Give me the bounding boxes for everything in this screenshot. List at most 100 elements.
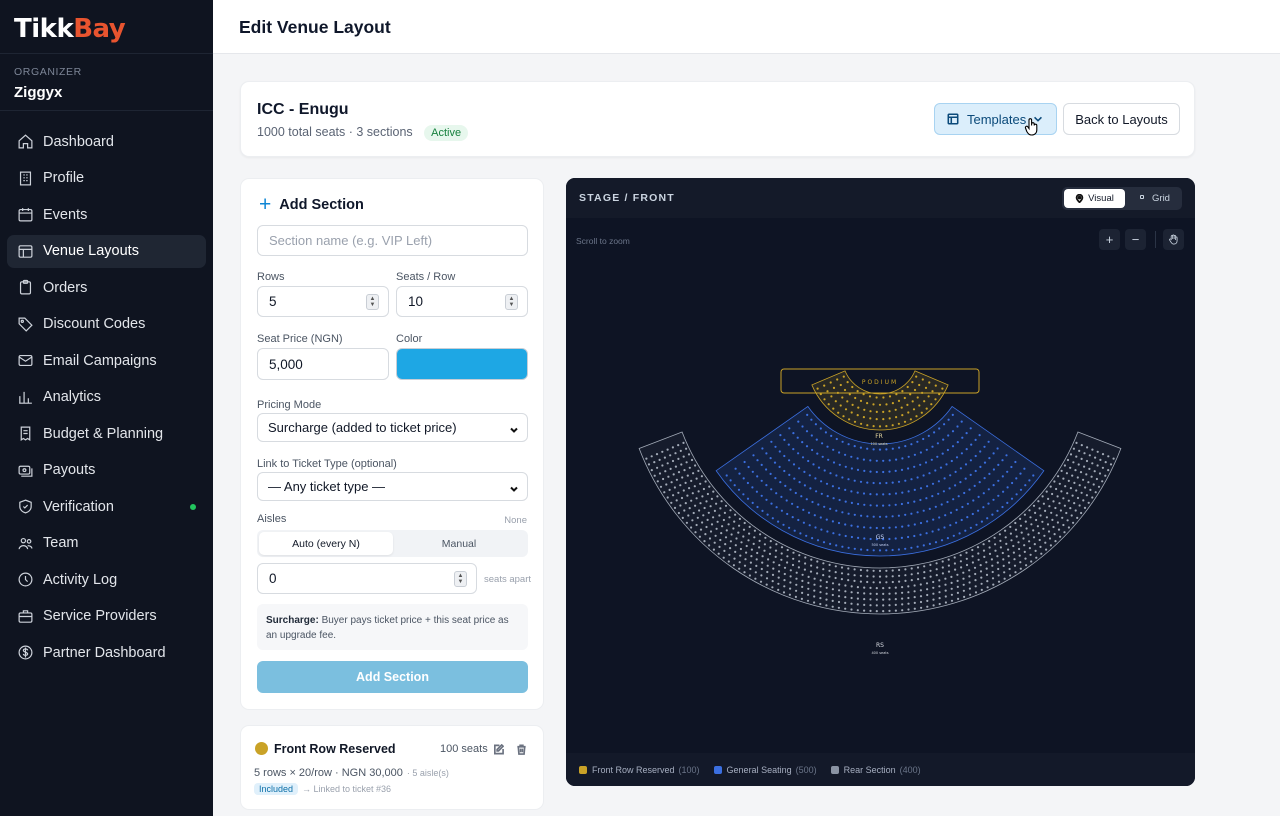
seat-dot[interactable]	[798, 467, 801, 470]
seat-dot[interactable]	[940, 539, 944, 542]
seat-dot[interactable]	[650, 469, 653, 472]
seat-dot[interactable]	[807, 575, 810, 578]
seat-dot[interactable]	[913, 584, 916, 587]
rows-stepper[interactable]: ▲ ▼	[366, 294, 379, 310]
seat-dot[interactable]	[1006, 486, 1009, 489]
seat-dot[interactable]	[794, 491, 797, 495]
seat-dot[interactable]	[733, 484, 736, 487]
seat-dot[interactable]	[780, 552, 783, 555]
seat-dot[interactable]	[1079, 471, 1083, 474]
seat-dot[interactable]	[1096, 464, 1099, 467]
seat-dot[interactable]	[1030, 560, 1033, 563]
seat-dot[interactable]	[1047, 497, 1050, 500]
seat-dot[interactable]	[1045, 516, 1048, 519]
seat-dot[interactable]	[918, 383, 921, 387]
seat-dot[interactable]	[765, 498, 768, 501]
seat-dot[interactable]	[913, 488, 916, 491]
seat-dot[interactable]	[769, 457, 772, 460]
seat-dot[interactable]	[932, 592, 935, 595]
seat-dot[interactable]	[907, 411, 910, 414]
seat-dot[interactable]	[813, 577, 816, 580]
seat-dot[interactable]	[1085, 473, 1088, 476]
seat-dot[interactable]	[872, 515, 875, 518]
seat-dot[interactable]	[690, 526, 693, 529]
seat-dot[interactable]	[920, 606, 923, 609]
seat-dot[interactable]	[800, 495, 803, 498]
seat-dot[interactable]	[759, 533, 762, 536]
seat-dot[interactable]	[1038, 538, 1041, 542]
seat-dot[interactable]	[813, 589, 816, 592]
seat-dot[interactable]	[811, 500, 814, 504]
seat-dot[interactable]	[705, 525, 708, 529]
seat-dot[interactable]	[863, 503, 866, 506]
seat-dot[interactable]	[816, 452, 819, 455]
seat-dot[interactable]	[847, 546, 850, 549]
seat-dot[interactable]	[680, 463, 683, 466]
seat-dot[interactable]	[944, 577, 947, 580]
seat-dot[interactable]	[882, 598, 885, 601]
seat-dot[interactable]	[972, 499, 975, 502]
seat-dot[interactable]	[979, 450, 982, 453]
seat-dot[interactable]	[978, 434, 981, 437]
seat-dot[interactable]	[882, 604, 885, 607]
seat-dot[interactable]	[841, 511, 844, 514]
seat-dot[interactable]	[869, 493, 872, 496]
seat-dot[interactable]	[673, 486, 676, 489]
seat-dot[interactable]	[765, 452, 768, 455]
seat-dot[interactable]	[844, 465, 847, 468]
seat-dot[interactable]	[825, 598, 828, 601]
seat-dot[interactable]	[925, 497, 928, 500]
seat-dot[interactable]	[944, 583, 947, 586]
seat-dot[interactable]	[962, 583, 965, 586]
seat-dot[interactable]	[878, 403, 882, 406]
seat-dot[interactable]	[1008, 567, 1011, 571]
ticket-type-select[interactable]: — Any ticket type —	[257, 472, 528, 501]
seat-dot[interactable]	[898, 446, 901, 449]
seat-dot[interactable]	[775, 543, 778, 546]
seat-dot[interactable]	[1066, 492, 1069, 495]
seat-dot[interactable]	[907, 524, 910, 527]
seat-dot[interactable]	[768, 552, 772, 555]
seat-dot[interactable]	[670, 501, 673, 504]
seat-dot[interactable]	[825, 580, 828, 584]
seat-dot[interactable]	[684, 481, 687, 484]
seat-dot[interactable]	[679, 484, 682, 487]
seat-dot[interactable]	[856, 609, 859, 612]
seat-dot[interactable]	[1033, 543, 1036, 546]
seat-dot[interactable]	[799, 532, 802, 535]
seat-dot[interactable]	[847, 478, 850, 481]
seat-dot[interactable]	[752, 542, 755, 545]
seat-dot[interactable]	[931, 482, 935, 485]
seat-dot[interactable]	[843, 388, 847, 392]
seat-dot[interactable]	[954, 484, 957, 487]
seat-dot[interactable]	[788, 473, 791, 476]
seat-dot[interactable]	[1099, 458, 1102, 461]
seat-dot[interactable]	[869, 598, 872, 601]
seat-dot[interactable]	[743, 564, 747, 567]
seat-dot[interactable]	[1049, 485, 1052, 488]
seat-dot[interactable]	[938, 579, 941, 582]
seat-dot[interactable]	[1029, 553, 1032, 556]
seat-dot[interactable]	[919, 487, 923, 490]
seat-dot[interactable]	[850, 585, 853, 588]
seat-dot[interactable]	[694, 464, 697, 467]
seat-dot[interactable]	[901, 603, 904, 606]
seat-dot[interactable]	[916, 545, 919, 548]
seat-dot[interactable]	[947, 564, 950, 567]
seat-dot[interactable]	[823, 398, 826, 401]
seat-dot[interactable]	[997, 567, 1000, 571]
seat-dot[interactable]	[729, 540, 732, 543]
seat-dot[interactable]	[751, 470, 754, 473]
seat-dot[interactable]	[807, 587, 810, 590]
seat-dot[interactable]	[922, 437, 925, 441]
seat-dot[interactable]	[856, 525, 859, 528]
seat-dot[interactable]	[837, 606, 840, 609]
seat-dot[interactable]	[780, 558, 783, 561]
seat-dot[interactable]	[1040, 552, 1043, 555]
seat-dot[interactable]	[1032, 536, 1036, 539]
seat-dot[interactable]	[710, 497, 713, 500]
aisle-manual-option[interactable]: Manual	[392, 532, 526, 555]
seat-dot[interactable]	[777, 576, 780, 579]
seat-dot[interactable]	[1063, 531, 1066, 534]
seat-dot[interactable]	[866, 548, 869, 552]
